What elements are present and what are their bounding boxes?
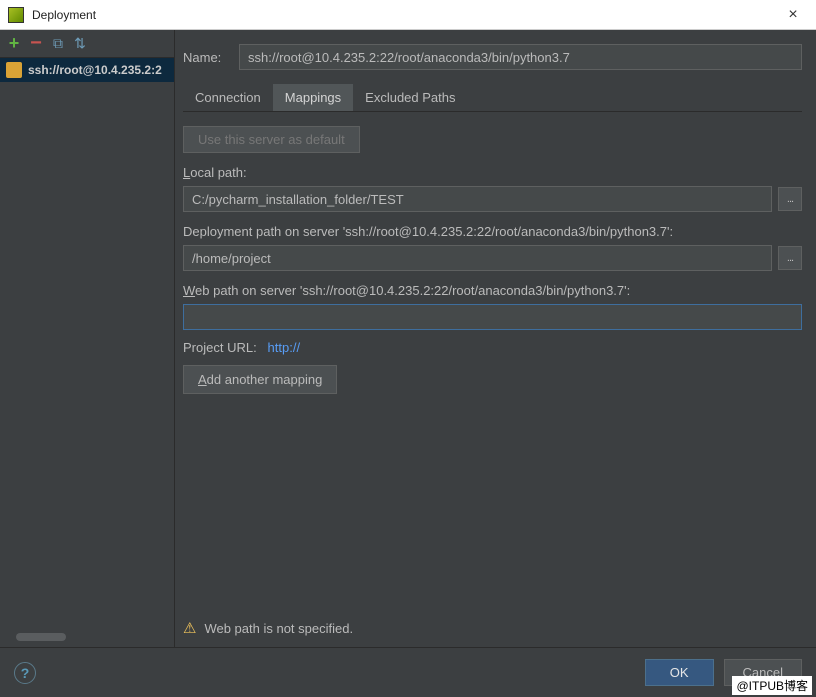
add-mapping-button[interactable]: Add another mapping [183,365,337,394]
tab-mappings[interactable]: Mappings [273,84,353,111]
horizontal-scrollbar[interactable] [6,633,168,641]
copy-server-icon[interactable]: ⧉ [50,36,66,52]
warning-text: Web path is not specified. [204,621,353,636]
local-path-row: ... [183,186,802,212]
app-icon [8,7,24,23]
deployment-path-input[interactable] [183,245,772,271]
window-title: Deployment [32,8,770,22]
browse-deployment-button[interactable]: ... [778,246,802,270]
web-path-input[interactable] [183,304,802,330]
server-item[interactable]: ssh://root@10.4.235.2:2 [0,58,174,82]
web-path-row [183,304,802,330]
button-bar: ? OK Cancel [0,647,816,697]
left-toolbar: + − ⧉ ⇅ [0,30,174,58]
ok-button[interactable]: OK [645,659,714,686]
project-url-label: Project URL: [183,340,257,355]
deployment-path-label: Deployment path on server 'ssh://root@10… [183,224,802,239]
project-url-link[interactable]: http:// [268,340,301,355]
tab-connection[interactable]: Connection [183,84,273,111]
remove-server-icon[interactable]: − [28,36,44,52]
add-server-icon[interactable]: + [6,36,22,52]
name-row: Name: [183,44,802,70]
tabs: Connection Mappings Excluded Paths [183,84,802,112]
name-input[interactable] [239,44,802,70]
left-pane: + − ⧉ ⇅ ssh://root@10.4.235.2:2 [0,30,175,647]
browse-local-button[interactable]: ... [778,187,802,211]
right-pane: Name: Connection Mappings Excluded Paths… [175,30,816,647]
help-button[interactable]: ? [14,662,36,684]
warning-icon: ⚠ [183,619,196,637]
dialog-body: + − ⧉ ⇅ ssh://root@10.4.235.2:2 Name: Co… [0,30,816,647]
watermark: @ITPUB博客 [732,676,812,695]
scrollbar-thumb[interactable] [16,633,66,641]
deployment-path-row: ... [183,245,802,271]
server-type-icon [6,62,22,78]
title-bar: Deployment × [0,0,816,30]
server-list: ssh://root@10.4.235.2:2 [0,58,174,630]
local-path-input[interactable] [183,186,772,212]
use-default-button[interactable]: Use this server as default [183,126,360,153]
close-icon[interactable]: × [770,6,816,24]
name-label: Name: [183,50,229,65]
local-path-label: Local path: [183,165,802,180]
warning-bar: ⚠ Web path is not specified. [183,609,802,647]
project-url-row: Project URL: http:// [183,340,802,355]
web-path-label: Web path on server 'ssh://root@10.4.235.… [183,283,802,298]
edit-server-icon[interactable]: ⇅ [72,36,88,52]
server-item-label: ssh://root@10.4.235.2:2 [28,63,162,77]
tab-excluded-paths[interactable]: Excluded Paths [353,84,467,111]
